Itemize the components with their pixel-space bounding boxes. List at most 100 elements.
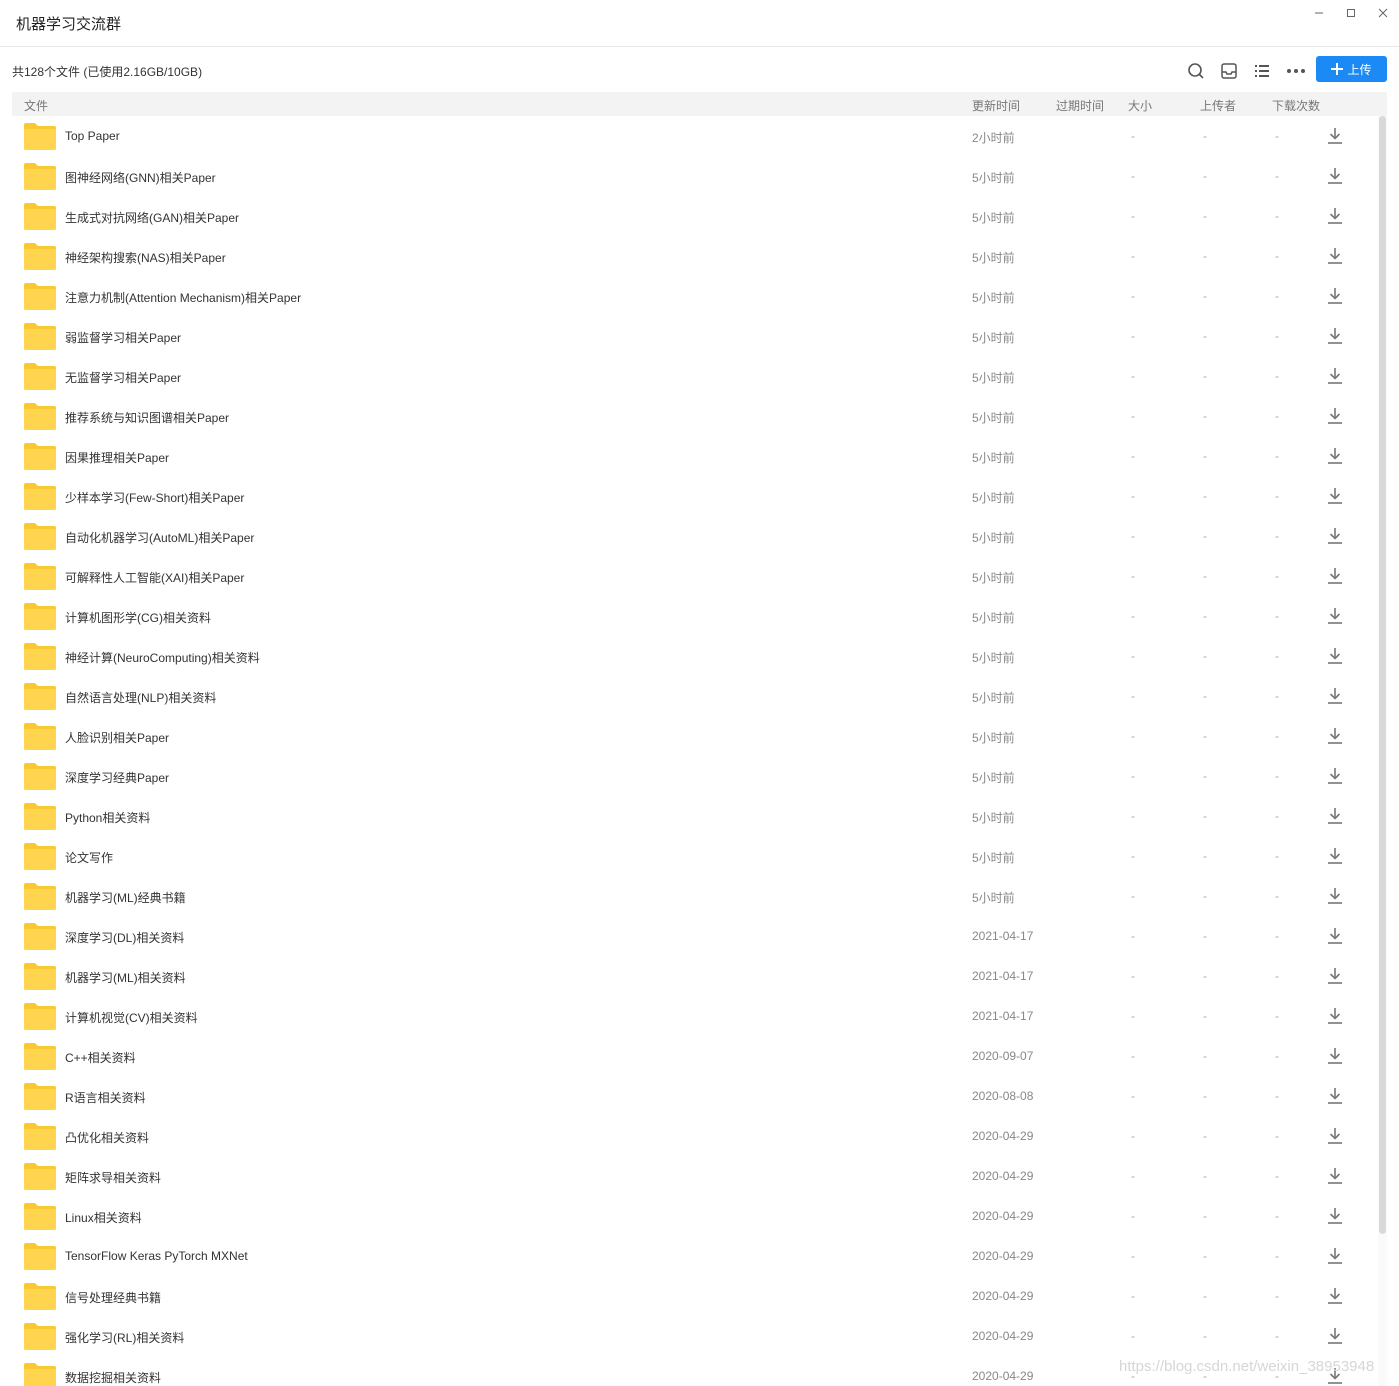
file-name[interactable]: TensorFlow Keras PyTorch MXNet bbox=[65, 1249, 248, 1263]
file-name[interactable]: 因果推理相关Paper bbox=[65, 449, 169, 466]
download-icon[interactable] bbox=[1327, 167, 1343, 185]
download-icon[interactable] bbox=[1327, 847, 1343, 865]
download-icon[interactable] bbox=[1327, 1167, 1343, 1185]
file-row[interactable]: Python相关资料 5小时前 - - - bbox=[12, 796, 1375, 836]
file-name[interactable]: 数据挖掘相关资料 bbox=[65, 1369, 161, 1386]
file-row[interactable]: Top Paper 2小时前 - - - bbox=[12, 116, 1375, 156]
file-row[interactable]: 论文写作 5小时前 - - - bbox=[12, 836, 1375, 876]
file-name[interactable]: 计算机视觉(CV)相关资料 bbox=[65, 1009, 198, 1026]
file-row[interactable]: 生成式对抗网络(GAN)相关Paper 5小时前 - - - bbox=[12, 196, 1375, 236]
file-row[interactable]: 神经架构搜索(NAS)相关Paper 5小时前 - - - bbox=[12, 236, 1375, 276]
file-name[interactable]: 深度学习经典Paper bbox=[65, 769, 169, 786]
file-name[interactable]: 自然语言处理(NLP)相关资料 bbox=[65, 689, 216, 706]
maximize-icon[interactable] bbox=[1336, 4, 1366, 22]
column-expires[interactable]: 过期时间 bbox=[1056, 97, 1104, 114]
file-name[interactable]: 信号处理经典书籍 bbox=[65, 1289, 161, 1306]
download-icon[interactable] bbox=[1327, 727, 1343, 745]
file-name[interactable]: 少样本学习(Few-Short)相关Paper bbox=[65, 489, 244, 506]
download-icon[interactable] bbox=[1327, 327, 1343, 345]
column-size[interactable]: 大小 bbox=[1128, 97, 1152, 114]
file-row[interactable]: 图神经网络(GNN)相关Paper 5小时前 - - - bbox=[12, 156, 1375, 196]
file-row[interactable]: 人脸识别相关Paper 5小时前 - - - bbox=[12, 716, 1375, 756]
file-name[interactable]: 弱监督学习相关Paper bbox=[65, 329, 181, 346]
file-row[interactable]: 自动化机器学习(AutoML)相关Paper 5小时前 - - - bbox=[12, 516, 1375, 556]
file-row[interactable]: 少样本学习(Few-Short)相关Paper 5小时前 - - - bbox=[12, 476, 1375, 516]
file-name[interactable]: 机器学习(ML)经典书籍 bbox=[65, 889, 186, 906]
file-row[interactable]: 自然语言处理(NLP)相关资料 5小时前 - - - bbox=[12, 676, 1375, 716]
download-icon[interactable] bbox=[1327, 567, 1343, 585]
download-icon[interactable] bbox=[1327, 127, 1343, 145]
file-name[interactable]: R语言相关资料 bbox=[65, 1089, 146, 1106]
file-row[interactable]: 深度学习经典Paper 5小时前 - - - bbox=[12, 756, 1375, 796]
upload-button[interactable]: 上传 bbox=[1316, 56, 1387, 82]
file-name[interactable]: 图神经网络(GNN)相关Paper bbox=[65, 169, 216, 186]
file-row[interactable]: 深度学习(DL)相关资料 2021-04-17 - - - bbox=[12, 916, 1375, 956]
file-name[interactable]: 矩阵求导相关资料 bbox=[65, 1169, 161, 1186]
file-row[interactable]: 机器学习(ML)相关资料 2021-04-17 - - - bbox=[12, 956, 1375, 996]
file-row[interactable]: R语言相关资料 2020-08-08 - - - bbox=[12, 1076, 1375, 1116]
file-name[interactable]: 可解释性人工智能(XAI)相关Paper bbox=[65, 569, 244, 586]
file-row[interactable]: 弱监督学习相关Paper 5小时前 - - - bbox=[12, 316, 1375, 356]
file-name[interactable]: 自动化机器学习(AutoML)相关Paper bbox=[65, 529, 254, 546]
minimize-icon[interactable] bbox=[1304, 4, 1334, 22]
file-name[interactable]: 注意力机制(Attention Mechanism)相关Paper bbox=[65, 289, 301, 306]
file-row[interactable]: Linux相关资料 2020-04-29 - - - bbox=[12, 1196, 1375, 1236]
list-view-icon[interactable] bbox=[1251, 60, 1273, 82]
download-icon[interactable] bbox=[1327, 367, 1343, 385]
column-uploader[interactable]: 上传者 bbox=[1200, 97, 1236, 114]
file-row[interactable]: 注意力机制(Attention Mechanism)相关Paper 5小时前 - - - bbox=[12, 276, 1375, 316]
download-icon[interactable] bbox=[1327, 407, 1343, 425]
download-icon[interactable] bbox=[1327, 1087, 1343, 1105]
file-name[interactable]: 生成式对抗网络(GAN)相关Paper bbox=[65, 209, 239, 226]
file-row[interactable]: 计算机视觉(CV)相关资料 2021-04-17 - - - bbox=[12, 996, 1375, 1036]
more-icon[interactable] bbox=[1285, 60, 1307, 82]
file-name[interactable]: 神经计算(NeuroComputing)相关资料 bbox=[65, 649, 260, 666]
download-icon[interactable] bbox=[1327, 1287, 1343, 1305]
download-icon[interactable] bbox=[1327, 447, 1343, 465]
file-row[interactable]: 信号处理经典书籍 2020-04-29 - - - bbox=[12, 1276, 1375, 1316]
file-name[interactable]: 强化学习(RL)相关资料 bbox=[65, 1329, 184, 1346]
scrollbar[interactable] bbox=[1378, 116, 1387, 1386]
download-icon[interactable] bbox=[1327, 1047, 1343, 1065]
file-row[interactable]: 推荐系统与知识图谱相关Paper 5小时前 - - - bbox=[12, 396, 1375, 436]
download-icon[interactable] bbox=[1327, 647, 1343, 665]
download-icon[interactable] bbox=[1327, 607, 1343, 625]
file-name[interactable]: 神经架构搜索(NAS)相关Paper bbox=[65, 249, 226, 266]
download-icon[interactable] bbox=[1327, 247, 1343, 265]
file-name[interactable]: 机器学习(ML)相关资料 bbox=[65, 969, 186, 986]
download-icon[interactable] bbox=[1327, 207, 1343, 225]
file-row[interactable]: 凸优化相关资料 2020-04-29 - - - bbox=[12, 1116, 1375, 1156]
download-icon[interactable] bbox=[1327, 287, 1343, 305]
file-row[interactable]: 神经计算(NeuroComputing)相关资料 5小时前 - - - bbox=[12, 636, 1375, 676]
download-icon[interactable] bbox=[1327, 527, 1343, 545]
file-row[interactable]: 矩阵求导相关资料 2020-04-29 - - - bbox=[12, 1156, 1375, 1196]
download-icon[interactable] bbox=[1327, 1207, 1343, 1225]
file-name[interactable]: 计算机图形学(CG)相关资料 bbox=[65, 609, 211, 626]
download-icon[interactable] bbox=[1327, 927, 1343, 945]
download-icon[interactable] bbox=[1327, 1247, 1343, 1265]
file-name[interactable]: Linux相关资料 bbox=[65, 1209, 142, 1226]
download-icon[interactable] bbox=[1327, 1007, 1343, 1025]
file-name[interactable]: 人脸识别相关Paper bbox=[65, 729, 169, 746]
file-row[interactable]: TensorFlow Keras PyTorch MXNet 2020-04-29… bbox=[12, 1236, 1375, 1276]
file-name[interactable]: Python相关资料 bbox=[65, 809, 150, 826]
file-row[interactable]: 因果推理相关Paper 5小时前 - - - bbox=[12, 436, 1375, 476]
file-row[interactable]: 无监督学习相关Paper 5小时前 - - - bbox=[12, 356, 1375, 396]
search-icon[interactable] bbox=[1185, 60, 1207, 82]
close-icon[interactable] bbox=[1368, 4, 1398, 22]
download-icon[interactable] bbox=[1327, 687, 1343, 705]
download-icon[interactable] bbox=[1327, 767, 1343, 785]
inbox-icon[interactable] bbox=[1218, 60, 1240, 82]
file-row[interactable]: 可解释性人工智能(XAI)相关Paper 5小时前 - - - bbox=[12, 556, 1375, 596]
download-icon[interactable] bbox=[1327, 887, 1343, 905]
file-name[interactable]: 推荐系统与知识图谱相关Paper bbox=[65, 409, 229, 426]
file-name[interactable]: 无监督学习相关Paper bbox=[65, 369, 181, 386]
download-icon[interactable] bbox=[1327, 1127, 1343, 1145]
file-row[interactable]: C++相关资料 2020-09-07 - - - bbox=[12, 1036, 1375, 1076]
file-name[interactable]: Top Paper bbox=[65, 129, 120, 143]
download-icon[interactable] bbox=[1327, 487, 1343, 505]
download-icon[interactable] bbox=[1327, 967, 1343, 985]
file-row[interactable]: 强化学习(RL)相关资料 2020-04-29 - - - bbox=[12, 1316, 1375, 1356]
download-icon[interactable] bbox=[1327, 807, 1343, 825]
column-file[interactable]: 文件 bbox=[24, 97, 48, 114]
